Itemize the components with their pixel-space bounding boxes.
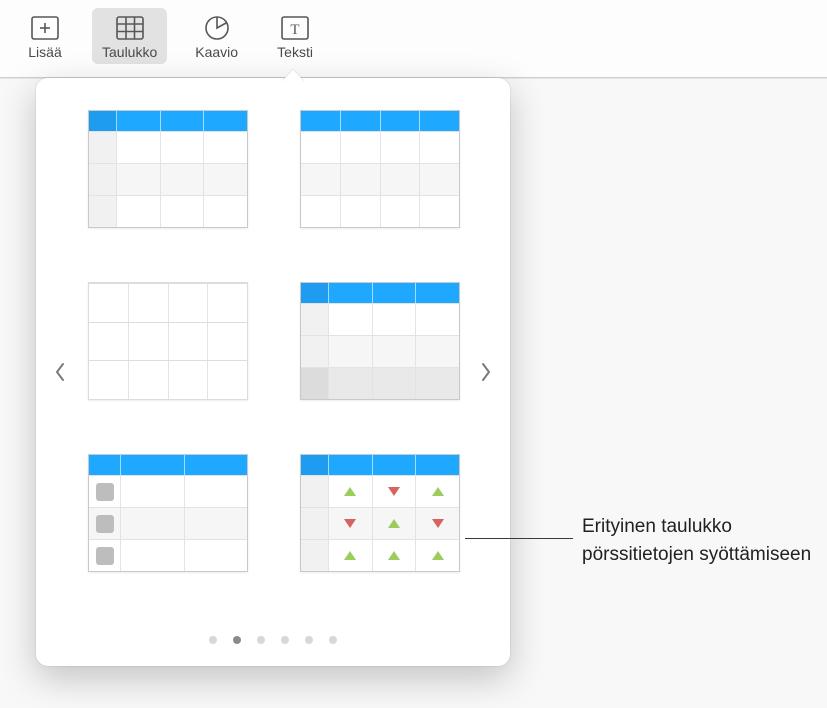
- stock-down-icon: [388, 487, 400, 496]
- text-icon: T: [280, 14, 310, 42]
- toolbar-label: Lisää: [28, 44, 61, 60]
- chevron-right-icon: [480, 362, 492, 382]
- page-dot-1[interactable]: [209, 636, 217, 644]
- table-style-header-footer[interactable]: [300, 282, 460, 400]
- svg-text:T: T: [290, 22, 299, 38]
- stock-up-icon: [344, 487, 356, 496]
- insert-icon: [30, 14, 60, 42]
- stock-up-icon: [388, 551, 400, 560]
- page-indicator: [36, 636, 510, 644]
- callout-leader-line: [465, 538, 573, 539]
- previous-page-button[interactable]: [50, 357, 70, 387]
- next-page-button[interactable]: [476, 357, 496, 387]
- page-dot-2[interactable]: [233, 636, 241, 644]
- table-style-plain[interactable]: [88, 282, 248, 400]
- stock-down-icon: [432, 519, 444, 528]
- table-style-checklist[interactable]: [88, 454, 248, 572]
- callout-text: Erityinen taulukko pörssitietojen syöttä…: [582, 513, 812, 568]
- toolbar-label: Kaavio: [195, 44, 238, 60]
- page-dot-4[interactable]: [281, 636, 289, 644]
- toolbar-label: Teksti: [277, 44, 313, 60]
- toolbar-insert-button[interactable]: Lisää: [16, 8, 74, 64]
- stock-up-icon: [344, 551, 356, 560]
- toolbar-table-button[interactable]: Taulukko: [92, 8, 167, 64]
- chart-icon: [202, 14, 232, 42]
- stock-down-icon: [344, 519, 356, 528]
- stock-up-icon: [432, 551, 444, 560]
- table-style-popover: [36, 78, 510, 666]
- toolbar-text-button[interactable]: T Teksti: [266, 8, 324, 64]
- page-dot-5[interactable]: [305, 636, 313, 644]
- page-dot-3[interactable]: [257, 636, 265, 644]
- stock-up-icon: [388, 519, 400, 528]
- table-style-grid: [88, 110, 458, 578]
- toolbar-chart-button[interactable]: Kaavio: [185, 8, 248, 64]
- table-style-stock[interactable]: [300, 454, 460, 572]
- chevron-left-icon: [54, 362, 66, 382]
- stock-up-icon: [432, 487, 444, 496]
- table-icon: [115, 14, 145, 42]
- toolbar-label: Taulukko: [102, 44, 157, 60]
- page-dot-6[interactable]: [329, 636, 337, 644]
- table-style-header-only[interactable]: [300, 110, 460, 228]
- table-style-header-rowcol[interactable]: [88, 110, 248, 228]
- toolbar: Lisää Taulukko Kaavio T Teksti: [0, 0, 827, 78]
